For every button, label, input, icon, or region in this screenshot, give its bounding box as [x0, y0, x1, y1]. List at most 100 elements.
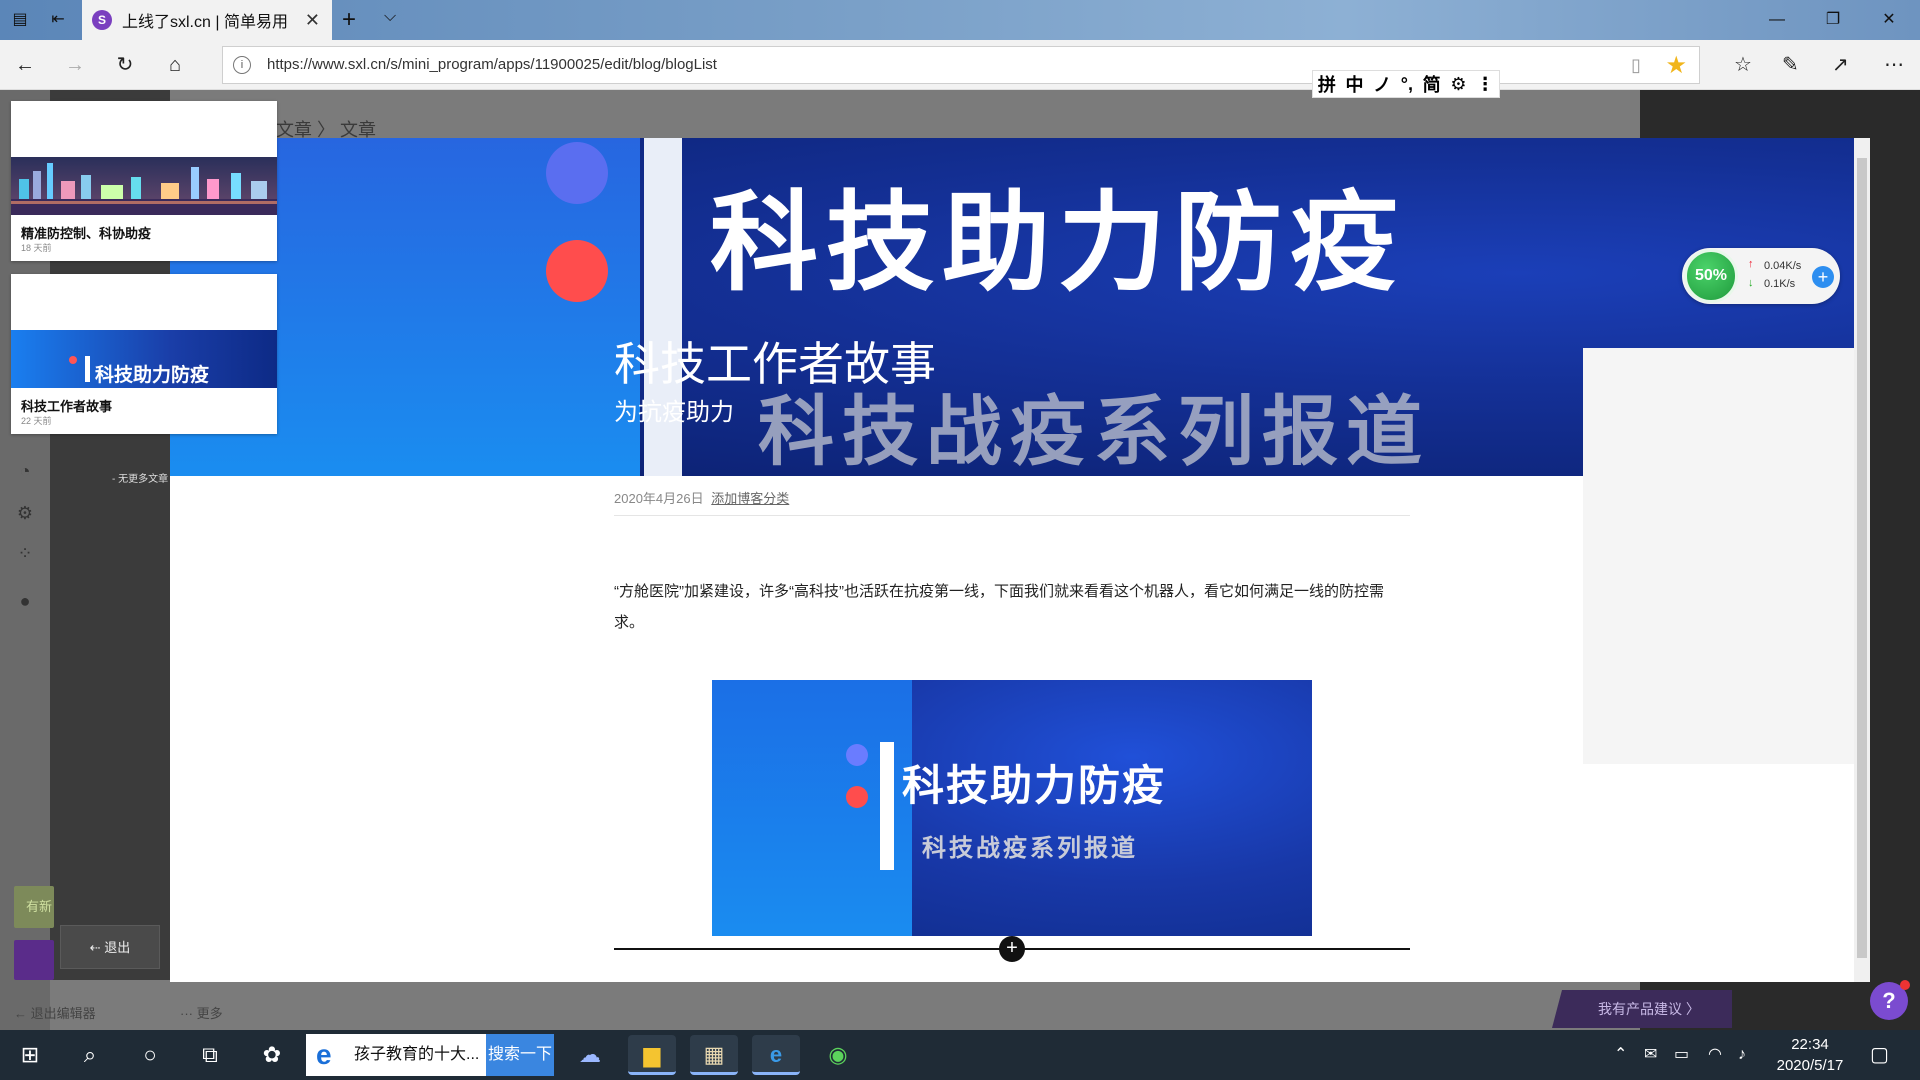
settings-icon[interactable]: ⚙: [14, 502, 36, 524]
ime-simplified-icon[interactable]: 简: [1423, 71, 1441, 97]
ie-logo-icon: e: [316, 1039, 332, 1070]
tab-preview-chevron-icon[interactable]: ⌵: [384, 8, 396, 26]
suggestion-button[interactable]: 我有产品建议 〉: [1552, 990, 1732, 1028]
back-icon[interactable]: ←: [12, 52, 38, 78]
image-series-text: 科技战疫系列报道: [922, 835, 1138, 862]
page-backdrop: ◔ ⚙ ⁘ ● - 无更多文章 有新 ⇠ 退出 ← 退出编辑器 ··· 更多 文…: [0, 90, 1920, 1030]
browser-tab[interactable]: S 上线了sxl.cn | 简单易用 ✕: [82, 0, 332, 40]
file-explorer-icon[interactable]: ▆: [628, 1035, 676, 1075]
app-cloud-icon[interactable]: ☁: [566, 1035, 614, 1075]
home-icon[interactable]: ⌂: [162, 52, 188, 78]
thumb-red-dot: [69, 356, 77, 364]
card-thumbnail-banner: 科技助力防疫: [11, 330, 277, 388]
add-category-link[interactable]: 添加博客分类: [711, 491, 789, 506]
clock-time: 22:34: [1791, 1036, 1829, 1053]
site-info-icon[interactable]: i: [233, 56, 251, 74]
article-title[interactable]: 科技工作者故事: [614, 328, 936, 394]
exit-editor-link[interactable]: ← 退出编辑器: [14, 1003, 96, 1022]
windows-taskbar: ⊞ ⌕ ○ ⧉ ✿ e 孩子教育的十大... 搜索一下 ☁ ▆ ▦ e ◉ ⌃ …: [0, 1030, 1920, 1080]
ime-halfwidth-icon[interactable]: ノ: [1373, 71, 1391, 97]
stats-icon[interactable]: ◔: [14, 460, 36, 482]
taskbar-search-button[interactable]: 搜索一下: [486, 1034, 554, 1076]
volume-icon[interactable]: ♪: [1738, 1030, 1746, 1080]
thumb-text: 科技助力防疫: [95, 365, 210, 386]
battery-icon[interactable]: ▭: [1674, 1030, 1689, 1080]
add-block-button[interactable]: +: [999, 936, 1025, 962]
favorites-hub-icon[interactable]: ☆: [1734, 52, 1752, 77]
image-red-dot: [846, 786, 868, 808]
download-arrow-icon: ↓: [1748, 277, 1754, 289]
ime-chinese-icon[interactable]: 中: [1345, 71, 1363, 97]
tab-actions-icon[interactable]: ▤: [8, 8, 32, 32]
apps-grid-icon[interactable]: ⁘: [14, 542, 36, 564]
new-tab-icon[interactable]: +: [342, 6, 356, 34]
thumb-bar: [85, 356, 90, 382]
card-time: 22 天前: [21, 416, 52, 426]
notes-pen-icon[interactable]: ✎: [1782, 52, 1799, 77]
ime-more-icon[interactable]: ⋮: [1476, 74, 1494, 95]
card-time: 18 天前: [21, 243, 52, 253]
article-image[interactable]: 科技助力防疫 科技战疫系列报道: [712, 680, 1312, 936]
article-body[interactable]: “方舱医院”加紧建设，许多“高科技”也活跃在抗疫第一线，下面我们就来看看这个机器…: [614, 576, 1410, 638]
download-speed: 0.1K/s: [1764, 278, 1796, 290]
city-night-image: [11, 157, 277, 215]
help-button[interactable]: ?: [1870, 980, 1910, 1020]
url-text[interactable]: https://www.sxl.cn/s/mini_program/apps/1…: [267, 56, 717, 73]
set-tabs-aside-icon[interactable]: ⇤: [46, 8, 70, 32]
back-arrow-icon: ←: [14, 1006, 31, 1021]
logout-icon: ⇠: [89, 940, 105, 955]
article-subtitle[interactable]: 为抗疫助力: [614, 392, 734, 427]
close-window-icon[interactable]: ✕: [1866, 6, 1912, 34]
floating-side-panel: [1583, 348, 1854, 764]
new-notice-badge[interactable]: 有新: [14, 886, 54, 928]
cortana-icon[interactable]: ○: [130, 1030, 170, 1080]
network-speed-widget[interactable]: 50% ↑ 0.04K/s ↓ 0.1K/s +: [1682, 248, 1840, 304]
scrollbar-thumb[interactable]: [1857, 158, 1867, 958]
tray-chat-icon[interactable]: ✉: [1644, 1030, 1657, 1080]
image-headline: 科技助力防疫: [902, 762, 1167, 809]
logout-button[interactable]: ⇠ 退出: [60, 925, 160, 969]
more-link[interactable]: ··· 更多: [180, 1003, 223, 1022]
task-view-icon[interactable]: ⧉: [190, 1030, 230, 1080]
refresh-icon[interactable]: ↻: [112, 52, 138, 78]
suggestion-label: 我有产品建议: [1598, 1001, 1682, 1017]
ime-toolbar: 拼 中 ノ °, 简 ⚙ ⋮: [1312, 70, 1500, 98]
widget-plus-icon[interactable]: +: [1812, 266, 1834, 288]
help-label: ?: [1882, 988, 1896, 1013]
share-icon[interactable]: ↗: [1832, 52, 1849, 77]
system-clock[interactable]: 22:34 2020/5/17: [1770, 1034, 1850, 1076]
forward-icon[interactable]: →: [62, 52, 88, 78]
card-title: 精准防控制、科协助疫: [21, 226, 152, 241]
reading-view-icon[interactable]: ▯: [1631, 55, 1641, 76]
logout-label: 退出: [104, 940, 131, 955]
pinned-app-icon[interactable]: ✿: [250, 1030, 294, 1080]
card-title: 科技工作者故事: [21, 399, 113, 414]
image-viewer-icon[interactable]: ▦: [690, 1035, 738, 1075]
edge-browser-icon[interactable]: e: [752, 1035, 800, 1075]
ime-settings-icon[interactable]: ⚙: [1450, 74, 1466, 95]
ime-pinyin-icon[interactable]: 拼: [1318, 71, 1336, 97]
more-menu-icon[interactable]: ⋯: [1884, 52, 1904, 77]
article-card[interactable]: 科技助力防疫 科技工作者故事 22 天前: [11, 274, 277, 434]
ime-punctuation-icon[interactable]: °,: [1401, 74, 1413, 95]
tray-chevron-icon[interactable]: ⌃: [1614, 1030, 1627, 1080]
wifi-icon[interactable]: ◠: [1708, 1030, 1722, 1080]
start-windows-icon[interactable]: ⊞: [10, 1030, 50, 1080]
app-green-icon[interactable]: ◉: [814, 1035, 862, 1075]
favorite-star-icon[interactable]: ★: [1665, 51, 1687, 80]
article-card[interactable]: 精准防控制、科协助疫 18 天前: [11, 101, 277, 261]
memory-percent-badge[interactable]: 50%: [1684, 249, 1738, 303]
search-icon[interactable]: ⌕: [70, 1030, 110, 1080]
restore-icon[interactable]: ❐: [1810, 6, 1856, 34]
upload-arrow-icon: ↑: [1748, 258, 1754, 270]
minimize-icon[interactable]: —: [1754, 6, 1800, 34]
avatar[interactable]: ●: [14, 590, 36, 612]
tab-title: 上线了sxl.cn | 简单易用: [122, 14, 288, 31]
taskbar-search-input[interactable]: e 孩子教育的十大...: [306, 1034, 486, 1076]
modal-scrollbar[interactable]: [1854, 138, 1870, 982]
chevron-right-icon: 〉: [1685, 1001, 1700, 1017]
action-center-icon[interactable]: ▢: [1870, 1030, 1889, 1080]
site-favicon-icon: S: [92, 10, 112, 30]
close-tab-icon[interactable]: ✕: [305, 10, 320, 31]
purple-action-button[interactable]: [14, 940, 54, 980]
